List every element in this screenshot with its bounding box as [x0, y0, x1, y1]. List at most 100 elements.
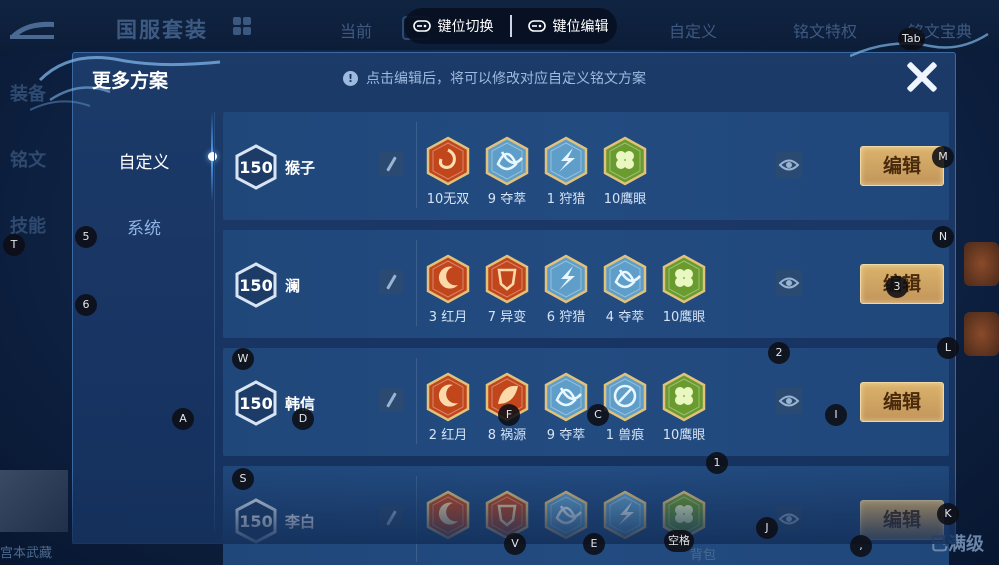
- background-rune-thumb: [964, 242, 999, 286]
- edit-button[interactable]: 编辑: [860, 146, 944, 186]
- rune-label: 1 狩猎: [546, 192, 586, 207]
- rune-bolt-icon: [543, 136, 589, 186]
- rename-pen-icon[interactable]: [379, 388, 403, 412]
- key-hint-badge: 5: [75, 226, 97, 248]
- rune-label: 7 异变: [487, 310, 527, 325]
- rune-item: [543, 490, 589, 542]
- scheme-card[interactable]: 150澜3 红月7 异变6 狩猎4 夺萃10鹰眼编辑: [223, 230, 949, 338]
- key-hint-badge: M: [932, 146, 954, 168]
- key-hint-badge: E: [583, 533, 605, 555]
- preview-eye-icon[interactable]: [776, 506, 802, 532]
- scheme-card[interactable]: 150 猴子 10无双 9 夺萃 1 狩猎 10鹰眼 编辑: [223, 112, 949, 220]
- key-hint-badge: I: [825, 404, 847, 426]
- sidebar-item-custom[interactable]: 自定义: [72, 148, 216, 173]
- key-hint-badge: 1: [706, 452, 728, 474]
- rune-item: 10鹰眼: [602, 136, 648, 207]
- rune-clover-icon: [602, 136, 648, 186]
- rune-label: 9 夺萃: [487, 192, 527, 207]
- key-edit-button[interactable]: 键位编辑: [527, 16, 609, 36]
- card-divider: [416, 240, 417, 326]
- back-arrow-icon[interactable]: [6, 16, 58, 42]
- gamepad-icon: [412, 20, 431, 32]
- rune-moon-icon: [425, 490, 471, 540]
- scheme-sidebar: 自定义 系统: [72, 112, 217, 544]
- panel-title: 更多方案: [92, 70, 169, 92]
- edit-button[interactable]: 编辑: [860, 382, 944, 422]
- level-hexagon-icon: 150: [235, 262, 277, 308]
- rename-pen-icon[interactable]: [379, 270, 403, 294]
- background-tab-custom[interactable]: 自定义: [669, 18, 717, 42]
- key-hint-badge: C: [587, 404, 609, 426]
- rune-label: 10鹰眼: [662, 310, 706, 325]
- rune-label: 8 祸源: [487, 428, 527, 443]
- rune-label: 6 狩猎: [546, 310, 586, 325]
- key-bar-divider: [509, 15, 512, 37]
- rune-item: 10鹰眼: [661, 254, 707, 325]
- rune-bolt-icon: [602, 490, 648, 540]
- key-hint-badge: K: [937, 503, 959, 525]
- key-hint-badge: N: [932, 226, 954, 248]
- scheme-card[interactable]: 150 韩信 2 红月 8 祸源 9 夺萃 1 兽痕 10鹰眼 编辑: [223, 348, 949, 456]
- rune-item: 9 夺萃: [484, 136, 530, 207]
- rune-item: 3 红月: [425, 254, 471, 325]
- rune-item: 1 兽痕: [602, 372, 648, 443]
- gamepad-icon: [527, 20, 546, 32]
- key-hint-badge: F: [498, 404, 520, 426]
- background-tab-privilege[interactable]: 铭文特权: [793, 18, 857, 42]
- rune-moon-icon: [425, 372, 471, 422]
- rune-clover-icon: [661, 254, 707, 304]
- key-switch-button[interactable]: 键位切换: [412, 16, 494, 36]
- rune-label: 3 红月: [428, 310, 468, 325]
- rune-label: 10无双: [426, 192, 470, 207]
- rune-label: 10鹰眼: [603, 192, 647, 207]
- card-divider: [416, 122, 417, 208]
- panel-notice-text: 点击编辑后，将可以修改对应自定义铭文方案: [366, 71, 646, 87]
- key-hint-badge: ,: [850, 535, 872, 557]
- key-hint-badge: 2: [768, 342, 790, 364]
- key-hint-badge: L: [937, 337, 959, 359]
- background-side-runes[interactable]: 铭文: [10, 146, 46, 172]
- grid-icon[interactable]: [233, 17, 251, 35]
- card-divider: [416, 358, 417, 444]
- panel-notice: ! 点击编辑后，将可以修改对应自定义铭文方案: [343, 68, 646, 88]
- rune-label: 4 夺萃: [605, 310, 645, 325]
- sidebar-divider: [214, 112, 215, 532]
- rune-item: 9 夺萃: [543, 372, 589, 443]
- rune-item: [484, 490, 530, 542]
- key-hint-badge: V: [504, 533, 526, 555]
- key-switch-label: 键位切换: [437, 19, 494, 35]
- close-icon[interactable]: [905, 60, 939, 94]
- rune-level: 150: [239, 158, 272, 177]
- level-hexagon-icon: 150: [235, 380, 277, 426]
- card-divider: [416, 476, 417, 562]
- rune-moon-icon: [425, 254, 471, 304]
- rename-pen-icon[interactable]: [379, 506, 403, 530]
- key-hint-badge: D: [292, 408, 314, 430]
- rune-item: 4 夺萃: [602, 254, 648, 325]
- preview-eye-icon[interactable]: [776, 270, 802, 296]
- key-bar: 键位切换 键位编辑: [404, 8, 617, 44]
- background-title: 国服套装: [116, 18, 208, 42]
- background-bottom-mid: 背包: [690, 548, 717, 563]
- level-hexagon-icon: 150: [235, 144, 277, 190]
- rune-level: 150: [239, 276, 272, 295]
- preview-eye-icon[interactable]: [776, 152, 802, 178]
- level-hexagon-icon: 150: [235, 498, 277, 544]
- key-hint-badge: 空格: [664, 530, 694, 552]
- rune-knot-icon: [543, 490, 589, 540]
- preview-eye-icon[interactable]: [776, 388, 802, 414]
- key-hint-badge: 6: [75, 294, 97, 316]
- key-hint-badge: T: [3, 234, 25, 256]
- rename-pen-icon[interactable]: [379, 152, 403, 176]
- rune-item: 1 狩猎: [543, 136, 589, 207]
- rune-list: 3 红月 7 异变 6 狩猎 4 夺萃 10鹰眼: [425, 254, 707, 325]
- rune-swirl-icon: [425, 136, 471, 186]
- rune-list: 2 红月 8 祸源 9 夺萃 1 兽痕 10鹰眼: [425, 372, 707, 443]
- rune-item: 10无双: [425, 136, 471, 207]
- background-side-equipment[interactable]: 装备: [10, 80, 46, 106]
- hero-avatar: [0, 470, 68, 532]
- rune-list: 10无双 9 夺萃 1 狩猎 10鹰眼: [425, 136, 648, 207]
- key-hint-badge: Tab: [898, 28, 925, 50]
- rune-item: [425, 490, 471, 542]
- key-hint-badge: 3: [886, 276, 908, 298]
